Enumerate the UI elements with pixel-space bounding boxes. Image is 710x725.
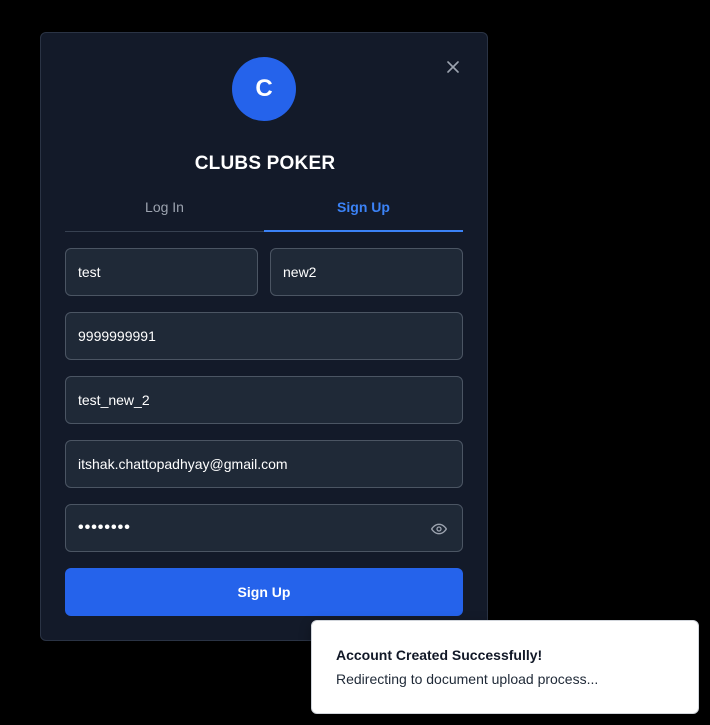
brand-logo: C xyxy=(232,57,296,121)
phone-input[interactable] xyxy=(78,328,450,344)
toast-message: Redirecting to document upload process..… xyxy=(336,671,599,687)
last-name-input[interactable] xyxy=(283,264,450,280)
email-input[interactable] xyxy=(78,456,450,472)
close-button[interactable] xyxy=(443,57,463,77)
phone-field[interactable] xyxy=(65,312,463,360)
tab-signup[interactable]: Sign Up xyxy=(264,193,463,232)
username-input[interactable] xyxy=(78,392,450,408)
logo-letter: C xyxy=(255,75,273,102)
auth-tabs: Log In Sign Up xyxy=(65,193,463,232)
password-field[interactable]: •••••••• xyxy=(65,504,463,552)
first-name-field[interactable] xyxy=(65,248,258,296)
first-name-input[interactable] xyxy=(78,264,245,280)
brand-title: CLUBS POKER xyxy=(194,153,336,174)
toast-title: Account Created Successfully! xyxy=(336,647,543,663)
last-name-field[interactable] xyxy=(270,248,463,296)
close-icon xyxy=(447,61,459,73)
eye-icon xyxy=(431,523,447,535)
username-field[interactable] xyxy=(65,376,463,424)
tab-login[interactable]: Log In xyxy=(65,193,264,231)
password-value[interactable]: •••••••• xyxy=(78,519,131,537)
success-toast: Account Created Successfully! Redirectin… xyxy=(311,620,699,714)
signup-submit-button[interactable]: Sign Up xyxy=(65,568,463,616)
password-toggle-button[interactable] xyxy=(430,520,448,538)
signup-modal: C CLUBS POKER Log In Sign Up •••••••• Si… xyxy=(40,32,488,641)
email-field[interactable] xyxy=(65,440,463,488)
